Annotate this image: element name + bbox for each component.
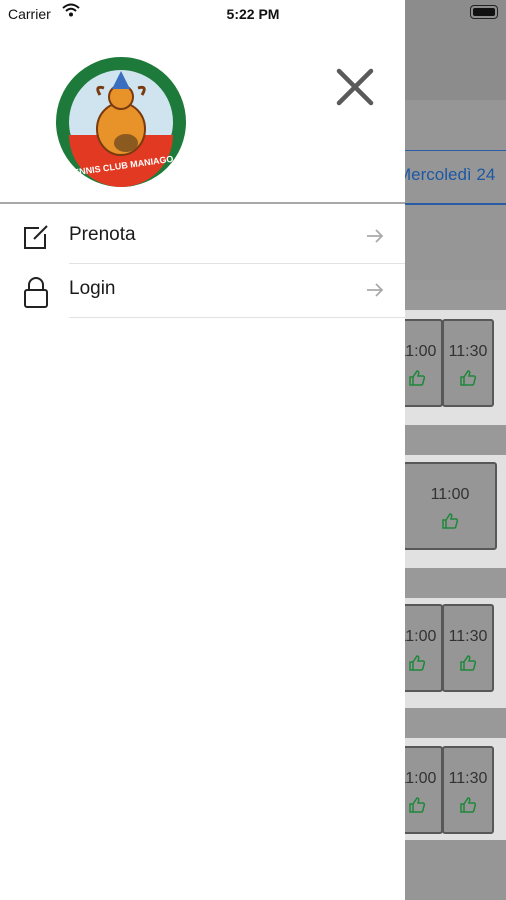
status-bar: Carrier 5:22 PM [0,0,506,28]
arrow-right-icon [367,283,384,297]
menu-item-label: Prenota [69,224,136,245]
close-button[interactable] [330,62,380,112]
drawer-overlay[interactable] [405,0,506,900]
lock-icon [24,277,48,308]
close-icon [336,68,374,106]
menu-item-prenota[interactable]: Prenota [0,210,405,264]
edit-icon [24,225,48,249]
menu-item-label: Login [69,278,116,299]
arrow-right-icon [367,229,384,243]
club-logo: TENNIS CLUB MANIAGO [56,57,186,187]
battery-icon [470,5,498,19]
menu-divider [69,317,405,318]
status-time: 5:22 PM [226,6,280,22]
menu-item-login[interactable]: Login [0,264,405,318]
drawer-divider [0,202,405,204]
side-drawer: TENNIS CLUB MANIAGO Prenota Login [0,0,405,900]
